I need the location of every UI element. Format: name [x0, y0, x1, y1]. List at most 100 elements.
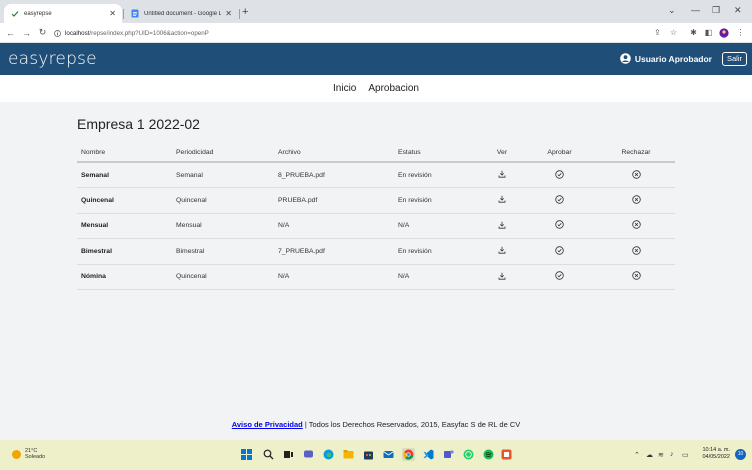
file-explorer-icon[interactable]: [342, 448, 355, 461]
privacy-link[interactable]: Aviso de Privacidad: [232, 420, 303, 429]
address-bar: ← → ↻ localhost/repse/index.php?UID=1006…: [0, 23, 752, 43]
info-icon: [54, 29, 61, 37]
speaker-icon[interactable]: ♪: [670, 451, 674, 458]
reload-icon[interactable]: ↻: [36, 26, 49, 39]
mail-icon[interactable]: [382, 448, 395, 461]
logout-button[interactable]: Salir: [721, 52, 747, 66]
column-header: Estatus: [394, 144, 482, 163]
reject-button-cell: [597, 187, 675, 214]
search-icon[interactable]: [262, 448, 275, 461]
page-title: Empresa 1 2022-02: [77, 116, 200, 132]
check-circle-icon[interactable]: [555, 169, 564, 179]
user-menu[interactable]: Usuario Aprobador: [620, 53, 712, 64]
windows-taskbar: 21°C Soleado ⌃ ☁ ≋ ♪ ▭ 10:14 a. m. 04/05…: [0, 440, 752, 470]
reject-button-cell: [597, 213, 675, 239]
windows-start-icon[interactable]: [240, 448, 253, 461]
notification-badge[interactable]: 10: [735, 449, 746, 460]
x-circle-icon[interactable]: [631, 271, 641, 280]
brand-logo[interactable]: easyrepse: [8, 49, 97, 69]
x-circle-icon[interactable]: [631, 220, 641, 229]
footer-text: | Todos los Derechos Reservados, 2015, E…: [302, 420, 521, 429]
view-download-button-cell: [482, 187, 522, 214]
forward-icon[interactable]: →: [20, 26, 33, 39]
nav-inicio[interactable]: Inicio: [333, 83, 356, 94]
more-menu-icon[interactable]: ⋮: [735, 27, 746, 38]
row-archivo: N/A: [274, 213, 394, 239]
side-panel-icon[interactable]: ◧: [703, 27, 714, 38]
cloud-icon[interactable]: ☁: [646, 451, 653, 459]
whatsapp-icon[interactable]: [462, 448, 475, 461]
spotify-icon[interactable]: [482, 448, 495, 461]
back-icon[interactable]: ←: [4, 26, 17, 39]
app-icon[interactable]: [500, 448, 513, 461]
profile-avatar-icon[interactable]: [718, 27, 729, 38]
url-field[interactable]: localhost/repse/index.php?UID=1006&actio…: [54, 26, 644, 40]
download-icon[interactable]: [498, 195, 506, 203]
vscode-icon[interactable]: [422, 448, 435, 461]
tab-search-icon[interactable]: ⌄: [668, 5, 676, 16]
check-circle-icon[interactable]: [555, 195, 564, 204]
download-icon[interactable]: [498, 272, 506, 280]
column-header: Periodicidad: [172, 144, 274, 163]
download-icon[interactable]: [498, 246, 506, 254]
teams-icon[interactable]: [442, 448, 455, 461]
store-icon[interactable]: [362, 448, 375, 461]
edge-icon[interactable]: [322, 448, 335, 461]
row-periodicidad: Quincenal: [172, 187, 274, 214]
x-circle-icon[interactable]: [631, 195, 641, 204]
new-tab-icon[interactable]: +: [242, 6, 248, 18]
tab-close-icon[interactable]: ✕: [225, 9, 232, 18]
row-periodicidad: Bimestral: [172, 238, 274, 265]
row-nombre: Mensual: [77, 213, 172, 239]
table-row: Nómina Quincenal N/A N/A: [77, 264, 675, 290]
table-row: Mensual Mensual N/A N/A: [77, 213, 675, 239]
row-nombre: Semanal: [77, 162, 172, 188]
battery-icon[interactable]: ▭: [682, 451, 689, 459]
clock[interactable]: 10:14 a. m. 04/05/2022: [702, 447, 730, 461]
weather-text: Soleado: [25, 454, 46, 460]
tab-close-icon[interactable]: ✕: [109, 9, 116, 18]
check-circle-icon[interactable]: [555, 220, 564, 229]
chat-icon[interactable]: [302, 448, 315, 461]
column-header: Archivo: [274, 144, 394, 163]
column-header: Aprobar: [522, 144, 597, 163]
share-icon[interactable]: ⇪: [652, 27, 663, 38]
bookmark-star-icon[interactable]: ☆: [668, 27, 679, 38]
main-nav: Inicio Aprobacion: [0, 75, 752, 102]
x-circle-icon[interactable]: [631, 246, 641, 255]
maximize-icon[interactable]: ❐: [712, 5, 720, 16]
sun-icon: [12, 449, 21, 459]
table-row: Bimestral Bimestral 7_PRUEBA.pdf En revisió…: [77, 238, 675, 265]
row-nombre: Bimestral: [77, 238, 172, 265]
check-circle-icon[interactable]: [555, 271, 564, 280]
reject-button-cell: [597, 238, 675, 265]
view-download-button-cell: [482, 162, 522, 188]
footer: Aviso de Privacidad | Todos los Derechos…: [0, 420, 752, 429]
nav-aprobacion[interactable]: Aprobacion: [368, 83, 419, 94]
browser-tab-strip: easyrepse ✕ Untitled document - Google D…: [0, 0, 752, 23]
download-icon[interactable]: [498, 221, 506, 229]
tab-easyrepse[interactable]: easyrepse ✕: [4, 4, 122, 23]
download-icon[interactable]: [498, 170, 506, 178]
close-window-icon[interactable]: ✕: [734, 5, 742, 16]
chrome-icon[interactable]: [402, 448, 415, 461]
task-view-icon[interactable]: [282, 448, 295, 461]
row-estatus: En revisión: [394, 238, 482, 265]
view-download-button-cell: [482, 264, 522, 290]
minimize-icon[interactable]: —: [691, 5, 700, 15]
extensions-icon[interactable]: ✱: [688, 27, 699, 38]
table-header-row: Nombre Periodicidad Archivo Estatus Ver …: [77, 144, 675, 163]
wifi-icon[interactable]: ≋: [658, 451, 664, 459]
row-archivo: 7_PRUEBA.pdf: [274, 238, 394, 265]
clock-date: 04/05/2022: [702, 454, 730, 460]
tab-title: easyrepse: [24, 10, 52, 17]
row-nombre: Nómina: [77, 264, 172, 290]
user-avatar-icon: [620, 53, 631, 64]
check-circle-icon[interactable]: [555, 246, 564, 255]
approve-button-cell: [522, 238, 597, 265]
row-nombre: Quincenal: [77, 187, 172, 214]
weather-widget[interactable]: 21°C Soleado: [12, 448, 45, 460]
tab-google-doc[interactable]: Untitled document - Google Doc ✕: [124, 4, 238, 23]
x-circle-icon[interactable]: [631, 169, 641, 179]
chevron-up-icon[interactable]: ⌃: [634, 451, 640, 459]
